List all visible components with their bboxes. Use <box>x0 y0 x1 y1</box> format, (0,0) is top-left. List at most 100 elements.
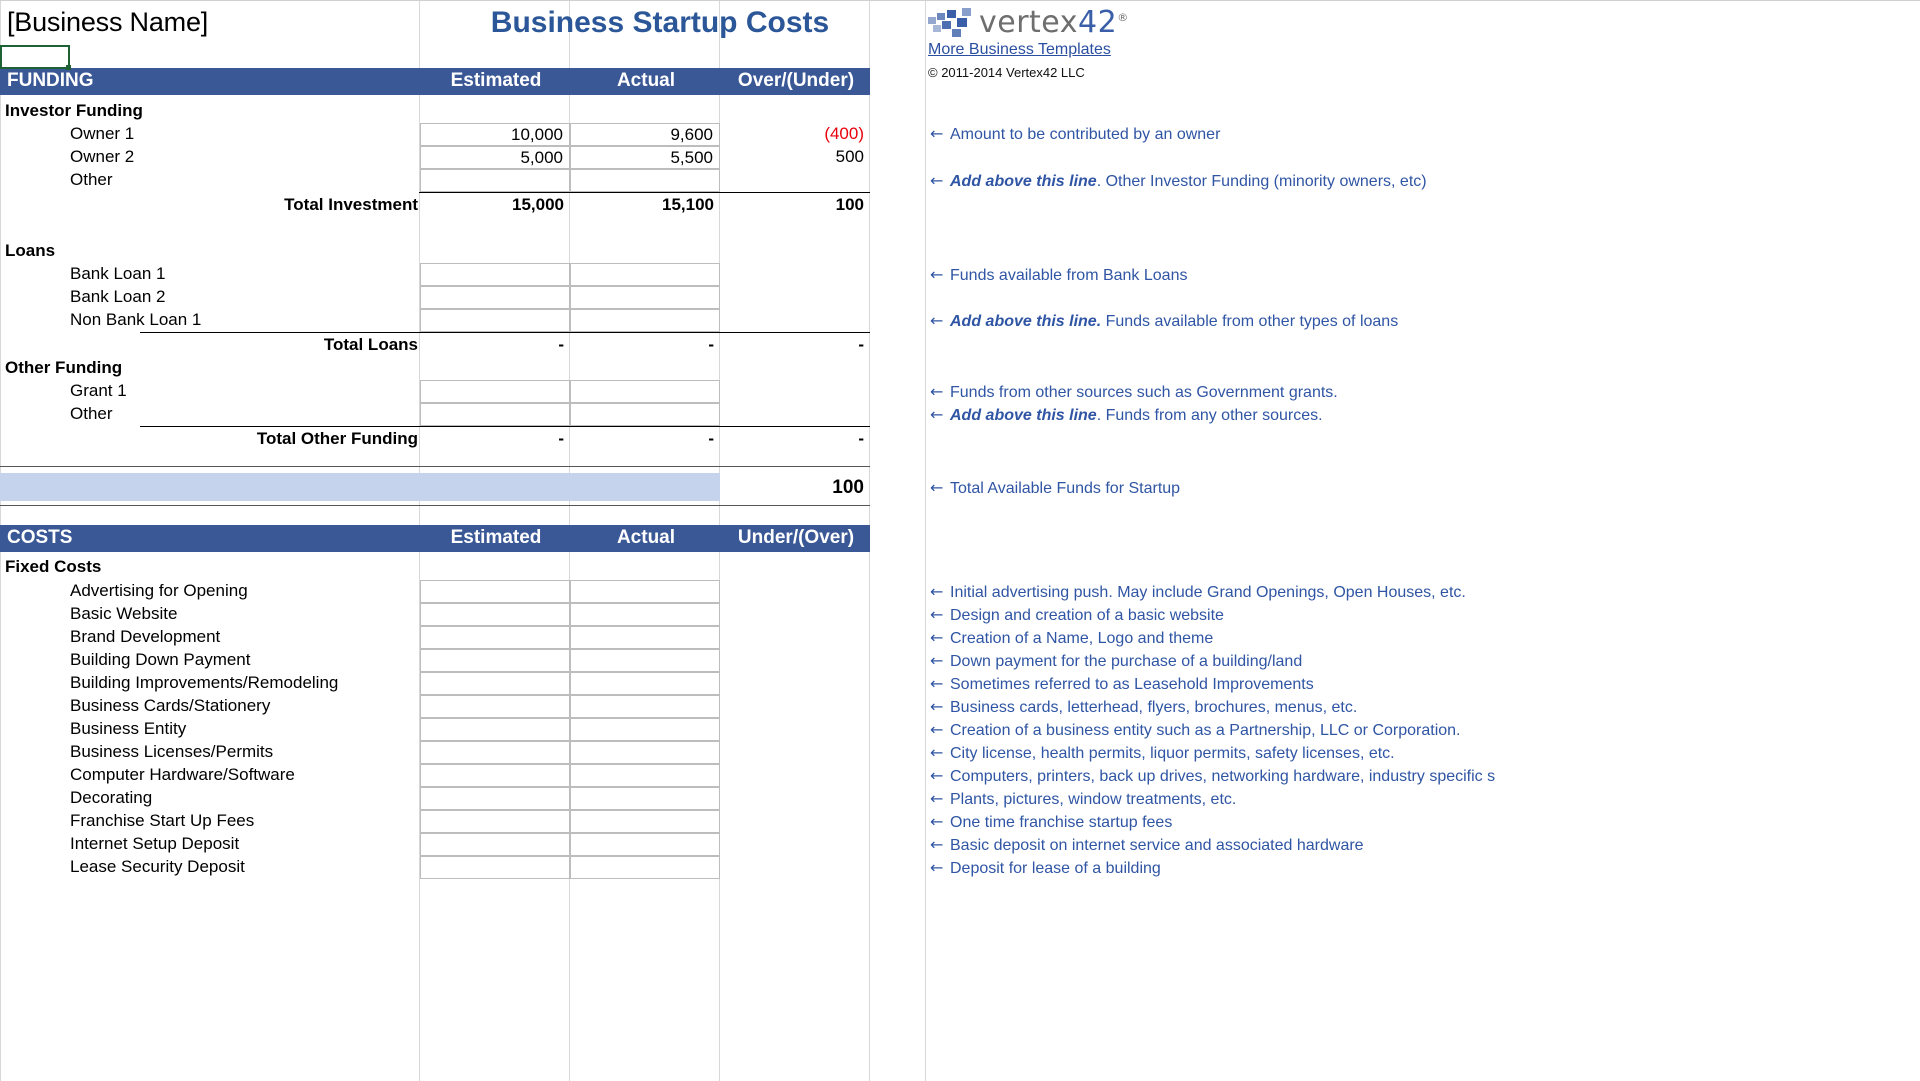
input-cost-actual[interactable] <box>570 787 720 810</box>
total-row-loans: Total Loans - - - <box>0 334 1920 357</box>
note-cost: ← Basic deposit on internet service and a… <box>930 834 1364 857</box>
input-owner-1-estimated[interactable]: 10,000 <box>420 123 570 146</box>
total-rule <box>140 332 870 333</box>
input-cost-actual[interactable] <box>570 856 720 879</box>
input-investor-other-estimated[interactable] <box>420 169 570 192</box>
left-arrow-icon: ← <box>930 582 944 601</box>
note-text: Creation of a Name, Logo and theme <box>950 630 1214 647</box>
left-arrow-icon: ← <box>930 478 944 497</box>
note-cost: ← Computers, printers, back up drives, ne… <box>930 765 1495 788</box>
active-cell-selection[interactable] <box>0 45 71 70</box>
input-cost-estimated[interactable] <box>420 695 570 718</box>
value-owner-2-variance: 500 <box>835 147 864 166</box>
row-guide <box>0 0 1920 1</box>
note-text: Deposit for lease of a building <box>950 860 1161 877</box>
note-text: Total Available Funds for Startup <box>950 480 1181 497</box>
funding-section-header: FUNDING Estimated Actual Over/(Under) <box>0 68 870 95</box>
total-other-funding-variance: - <box>858 429 864 448</box>
input-non-bank-loan-1-estimated[interactable] <box>420 309 570 332</box>
input-bank-loan-2-actual[interactable] <box>570 286 720 309</box>
input-bank-loan-1-actual[interactable] <box>570 263 720 286</box>
row-label-cost: Building Improvements/Remodeling <box>70 673 339 692</box>
note-owner-1: ← Amount to be contributed by an owner <box>930 123 1220 146</box>
input-cost-estimated[interactable] <box>420 580 570 603</box>
row-label-grant-1: Grant 1 <box>70 381 127 400</box>
left-arrow-icon: ← <box>930 171 944 190</box>
input-cost-actual[interactable] <box>570 764 720 787</box>
note-text: One time franchise startup fees <box>950 814 1173 831</box>
section-divider <box>0 466 870 467</box>
input-owner-2-actual[interactable]: 5,500 <box>570 146 720 169</box>
left-arrow-icon: ← <box>930 124 944 143</box>
note-cost: ← Creation of a Name, Logo and theme <box>930 627 1213 650</box>
input-cost-estimated[interactable] <box>420 741 570 764</box>
input-cost-estimated[interactable] <box>420 856 570 879</box>
row-label-cost: Basic Website <box>70 604 178 623</box>
input-other-funding-actual[interactable] <box>570 403 720 426</box>
business-name-cell[interactable]: [Business Name] <box>7 7 208 38</box>
funding-col-variance: Over/(Under) <box>737 70 855 91</box>
input-cost-actual[interactable] <box>570 603 720 626</box>
group-label-other-funding: Other Funding <box>5 358 123 377</box>
total-row-other-funding: Total Other Funding - - - <box>0 428 1920 451</box>
input-bank-loan-1-estimated[interactable] <box>420 263 570 286</box>
note-grant-1: ← Funds from other sources such as Govern… <box>930 381 1338 404</box>
input-other-funding-estimated[interactable] <box>420 403 570 426</box>
total-loans-estimated: - <box>558 335 564 354</box>
fill-handle[interactable] <box>66 65 71 70</box>
input-cost-estimated[interactable] <box>420 787 570 810</box>
input-cost-actual[interactable] <box>570 810 720 833</box>
note-text: Down payment for the purchase of a build… <box>950 653 1303 670</box>
funding-col-actual: Actual <box>616 70 676 91</box>
input-owner-1-actual[interactable]: 9,600 <box>570 123 720 146</box>
note-non-bank-loan-1: ← Add above this line. Funds available fr… <box>930 310 1398 333</box>
input-cost-actual[interactable] <box>570 649 720 672</box>
note-cost: ← Plants, pictures, window treatments, et… <box>930 788 1236 811</box>
note-cost: ← Business cards, letterhead, flyers, bro… <box>930 696 1357 719</box>
input-cost-estimated[interactable] <box>420 672 570 695</box>
input-non-bank-loan-1-actual[interactable] <box>570 309 720 332</box>
vertex42-branding: vertex42® More Business Templates © 2011… <box>928 2 1348 80</box>
input-grant-1-estimated[interactable] <box>420 380 570 403</box>
more-business-templates-link[interactable]: More Business Templates <box>928 41 1348 59</box>
total-label-investment: Total Investment <box>284 195 418 214</box>
funding-col-estimated: Estimated <box>450 70 542 91</box>
total-other-funding-actual: - <box>708 429 714 448</box>
input-bank-loan-2-estimated[interactable] <box>420 286 570 309</box>
input-cost-actual[interactable] <box>570 580 720 603</box>
costs-col-estimated: Estimated <box>450 527 542 548</box>
input-cost-actual[interactable] <box>570 718 720 741</box>
input-owner-2-estimated[interactable]: 5,000 <box>420 146 570 169</box>
input-cost-actual[interactable] <box>570 741 720 764</box>
note-cost: ← City license, health permits, liquor pe… <box>930 742 1395 765</box>
input-cost-estimated[interactable] <box>420 603 570 626</box>
input-cost-estimated[interactable] <box>420 833 570 856</box>
input-cost-actual[interactable] <box>570 672 720 695</box>
input-cost-estimated[interactable] <box>420 649 570 672</box>
row-label-cost: Building Down Payment <box>70 650 251 669</box>
copyright-text: © 2011-2014 Vertex42 LLC <box>928 65 1085 80</box>
input-cost-estimated[interactable] <box>420 810 570 833</box>
total-investment-variance: 100 <box>835 195 864 214</box>
input-investor-other-actual[interactable] <box>570 169 720 192</box>
row-label-other-funding-other: Other <box>70 404 113 423</box>
input-cost-actual[interactable] <box>570 626 720 649</box>
note-cost: ← Sometimes referred to as Leasehold Impr… <box>930 673 1314 696</box>
value-investor-other-variance <box>720 169 870 192</box>
input-cost-estimated[interactable] <box>420 626 570 649</box>
note-text: Funds available from Bank Loans <box>950 267 1188 284</box>
note-investor-other: ← Add above this line. Other Investor Fun… <box>930 170 1427 193</box>
note-text: Basic deposit on internet service and as… <box>950 837 1364 854</box>
note-text: Plants, pictures, window treatments, etc… <box>950 791 1237 808</box>
note-cost: ← Creation of a business entity such as a… <box>930 719 1461 742</box>
vertex42-logo: vertex42® <box>928 2 1348 38</box>
input-grant-1-actual[interactable] <box>570 380 720 403</box>
input-cost-estimated[interactable] <box>420 764 570 787</box>
left-arrow-icon: ← <box>930 743 944 762</box>
input-cost-actual[interactable] <box>570 695 720 718</box>
note-bank-loan-1: ← Funds available from Bank Loans <box>930 264 1187 287</box>
group-label-investor-funding: Investor Funding <box>5 101 143 120</box>
input-cost-actual[interactable] <box>570 833 720 856</box>
input-cost-estimated[interactable] <box>420 718 570 741</box>
note-text: Funds available from other types of loan… <box>1101 313 1399 330</box>
